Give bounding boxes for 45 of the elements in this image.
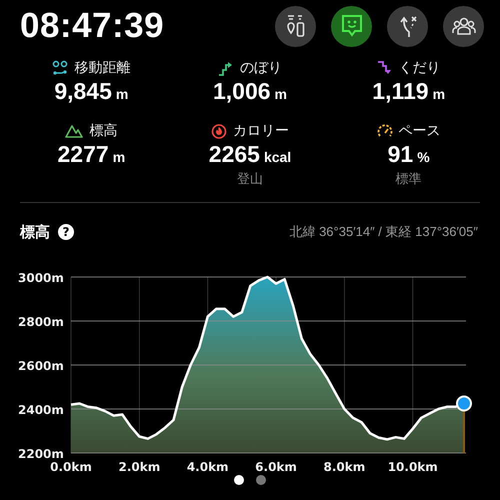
clock-time: 08:47:39 bbox=[20, 6, 164, 46]
page-dot[interactable] bbox=[234, 475, 244, 485]
y-axis-label: 2600m bbox=[18, 359, 64, 373]
stat-label: くだり bbox=[398, 59, 441, 77]
bottles-pin-icon bbox=[284, 14, 306, 38]
stat-subtitle: 登山 bbox=[236, 171, 263, 188]
toolbar-button[interactable] bbox=[331, 6, 372, 46]
stat-label: 移動距離 bbox=[74, 59, 130, 77]
x-axis-label: 8.0km bbox=[324, 460, 366, 474]
stat-unit: kcal bbox=[264, 149, 292, 165]
current-position-marker bbox=[456, 396, 472, 453]
y-axis-label: 2200m bbox=[18, 447, 64, 461]
x-axis-label: 10.0km bbox=[388, 460, 438, 474]
stat-value: 1,119 bbox=[372, 78, 429, 105]
stat-label: カロリー bbox=[232, 122, 289, 140]
stat-value: 1,006 bbox=[212, 78, 271, 105]
stat-unit: m bbox=[432, 86, 446, 102]
stat-label: 標高 bbox=[89, 122, 118, 140]
toolbar-button[interactable] bbox=[387, 6, 428, 46]
stat-unit: m bbox=[116, 86, 128, 102]
stat-value: 2265 bbox=[208, 141, 260, 168]
toolbar-button[interactable] bbox=[443, 6, 484, 46]
x-axis-label: 4.0km bbox=[186, 460, 229, 474]
chat-face-icon bbox=[340, 14, 362, 38]
stat-label: のぼり bbox=[240, 59, 282, 77]
help-icon[interactable]: ? bbox=[58, 224, 74, 240]
stat-subtitle: 標準 bbox=[396, 171, 422, 188]
stat-unit: m bbox=[112, 149, 126, 165]
y-axis-label: 2800m bbox=[18, 315, 64, 329]
stat-value: 2277 bbox=[58, 141, 109, 168]
x-axis-label: 0.0km bbox=[50, 460, 92, 474]
page-dot[interactable] bbox=[256, 475, 266, 485]
y-axis-label: 3000m bbox=[18, 271, 64, 285]
coordinates-text: 北緯 36°35′14″ / 東経 137°36′05″ bbox=[289, 223, 478, 241]
stat-label: ペース bbox=[398, 122, 441, 140]
y-axis-label: 2400m bbox=[18, 403, 64, 417]
stat-unit: % bbox=[417, 149, 430, 165]
stat-unit: m bbox=[274, 86, 287, 102]
people-group-icon bbox=[452, 16, 476, 36]
stat-value: 9,845 bbox=[54, 78, 112, 105]
x-axis-label: 2.0km bbox=[118, 460, 160, 474]
x-axis-label: 6.0km bbox=[255, 460, 297, 474]
toolbar-button[interactable] bbox=[275, 6, 316, 46]
section-title: 標高 bbox=[20, 222, 50, 242]
stat-value: 91 bbox=[388, 141, 414, 168]
